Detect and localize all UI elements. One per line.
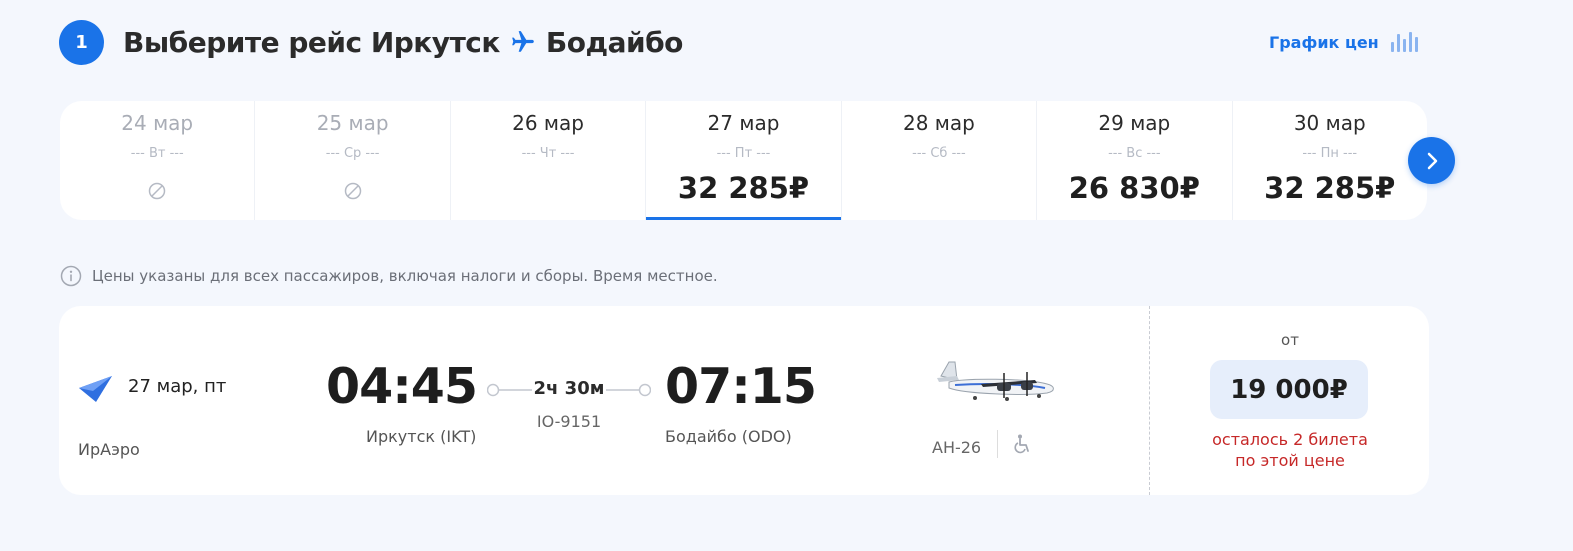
title-origin: Выберите рейс Иркутск — [123, 25, 500, 59]
select-price-button[interactable]: 19 000₽ — [1210, 360, 1368, 419]
next-dates-button[interactable] — [1408, 137, 1455, 184]
date-label: 24 мар — [121, 111, 194, 135]
date-label: 27 мар — [707, 111, 780, 135]
weekday-label: --- Сб --- — [912, 146, 966, 161]
price-chart-label: График цен — [1269, 32, 1379, 52]
date-selector: 24 мар --- Вт --- 25 мар --- Ср --- 26 м… — [60, 101, 1427, 220]
aircraft-image — [937, 361, 1054, 401]
step-number-badge: 1 — [59, 20, 104, 65]
aircraft-type: АН-26 — [932, 438, 982, 457]
date-label: 25 мар — [316, 111, 389, 135]
airline-logo-icon — [79, 376, 112, 402]
bar-chart-icon — [1390, 32, 1418, 52]
date-cell-30[interactable]: 30 мар --- Пн --- 32 285₽ — [1233, 101, 1427, 220]
date-cell-24[interactable]: 24 мар --- Вт --- — [60, 101, 256, 220]
plane-icon — [510, 29, 536, 55]
date-label: 26 мар — [512, 111, 584, 135]
arrival-city: Бодайбо (ODO) — [665, 427, 792, 446]
unavailable-icon — [148, 182, 166, 200]
page-title: Выберите рейс Иркутск Бодайбо — [123, 22, 683, 62]
date-cell-28[interactable]: 28 мар --- Сб --- — [842, 101, 1038, 220]
airline-name: ИрАэро — [78, 440, 140, 459]
seats-left-notice: осталось 2 билета по этой цене — [1150, 429, 1430, 471]
flight-duration: 2ч 30м — [532, 378, 606, 399]
price-chart-link[interactable]: График цен — [1269, 30, 1418, 54]
flight-number: IO-9151 — [536, 412, 602, 431]
departure-city: Иркутск (IKT) — [366, 427, 477, 446]
seats-left-line: осталось 2 билета — [1212, 430, 1368, 449]
title-destination: Бодайбо — [545, 25, 684, 59]
divider — [997, 430, 998, 458]
wheelchair-icon — [1014, 434, 1029, 454]
date-label: 30 мар — [1293, 111, 1366, 135]
date-price: 26 830₽ — [1068, 171, 1200, 205]
date-price: 32 285₽ — [1264, 171, 1396, 205]
arrival-time: 07:15 — [665, 358, 817, 415]
date-cell-29[interactable]: 29 мар --- Вс --- 26 830₽ — [1037, 101, 1233, 220]
unavailable-icon — [344, 182, 361, 200]
date-price: 32 285₽ — [677, 171, 810, 205]
info-icon — [60, 265, 82, 287]
chevron-right-icon — [1427, 152, 1437, 169]
date-label: 28 мар — [902, 111, 975, 135]
weekday-label: --- Пт --- — [716, 146, 771, 161]
price-info-note: Цены указаны для всех пассажиров, включа… — [60, 264, 718, 288]
weekday-label: --- Чт --- — [521, 146, 575, 161]
seats-left-line: по этой цене — [1235, 451, 1345, 470]
departure-time: 04:45 — [326, 358, 478, 415]
date-cell-27[interactable]: 27 мар --- Пт --- 32 285₽ — [646, 101, 842, 220]
flight-date: 27 мар, пт — [128, 376, 227, 397]
weekday-label: --- Вт --- — [130, 146, 184, 161]
date-cell-25[interactable]: 25 мар --- Ср --- — [255, 101, 451, 220]
flight-selection-page: 1 Выберите рейс Иркутск Бодайбо График ц… — [0, 0, 1573, 551]
date-cell-26[interactable]: 26 мар --- Чт --- — [451, 101, 647, 220]
weekday-label: --- Вс --- — [1108, 146, 1161, 161]
info-text: Цены указаны для всех пассажиров, включа… — [92, 267, 718, 285]
flight-card[interactable]: 27 мар, пт ИрАэро 04:45 Иркутск (IKT) 2ч… — [59, 306, 1429, 495]
date-label: 29 мар — [1098, 111, 1171, 135]
price-from-label: от — [1281, 331, 1299, 349]
weekday-label: --- Пн --- — [1302, 146, 1358, 161]
weekday-label: --- Ср --- — [325, 146, 380, 161]
